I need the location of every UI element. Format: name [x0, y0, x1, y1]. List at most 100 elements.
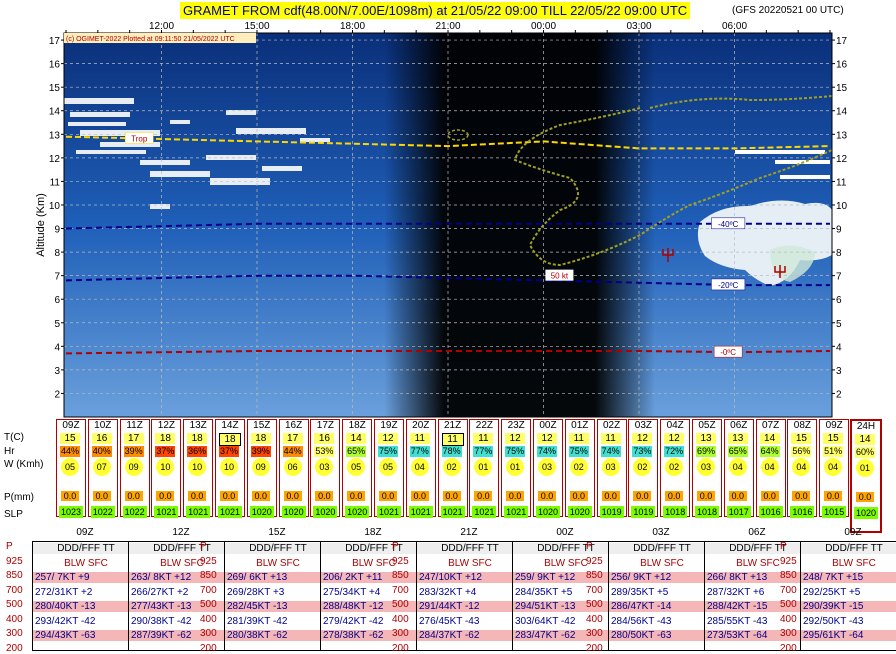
sounding-row: 280/40KT -13 — [33, 601, 137, 612]
wind-value: 03 — [601, 458, 620, 476]
precip-value: 0.0 — [283, 491, 302, 501]
y-tick-label-left: 6 — [54, 295, 60, 306]
y-tick-label-left: 16 — [49, 60, 61, 71]
pressure-level-label: 700 — [6, 584, 23, 596]
pressure-level-label: 850 — [200, 570, 217, 581]
row-label-wind: W (Kmh) — [4, 459, 44, 470]
slp-value: 1021 — [504, 506, 529, 518]
y-tick-label-right: 15 — [836, 83, 848, 94]
wind-value: 09 — [124, 458, 143, 476]
humidity-value: 77% — [409, 446, 430, 457]
slp-value: 1016 — [758, 506, 783, 518]
precip-value: 0.0 — [315, 491, 334, 501]
wind-value: 02 — [633, 458, 652, 476]
y-tick-label-right: 13 — [836, 130, 848, 141]
y-tick-label-left: 10 — [49, 201, 61, 212]
humidity-value: 74% — [537, 446, 557, 457]
row-label-slp: SLP — [4, 509, 23, 520]
sounding-time: 21Z — [460, 527, 478, 538]
hour-label: 07Z — [761, 420, 780, 431]
hour-label: 16Z — [284, 420, 303, 431]
y-tick-label-right: 2 — [836, 389, 842, 400]
y-tick-label-right: 12 — [836, 154, 848, 165]
slp-value: 1020 — [536, 506, 560, 518]
hour-label: 19Z — [380, 420, 398, 431]
sounding-row: 281/39KT -42 — [227, 615, 288, 627]
sounding-subheader: BLW SFC — [64, 557, 108, 569]
slp-value: 1021 — [186, 506, 211, 518]
series-label: -40ºC — [718, 220, 738, 229]
hour-label: 03Z — [634, 420, 652, 431]
y-tick-label-right: 5 — [836, 319, 842, 330]
y-tick-label-left: 2 — [54, 389, 60, 400]
sounding-row: 292/50KT -43 — [803, 615, 864, 627]
humidity-value: 73% — [632, 446, 653, 457]
sounding-subheader: BLW SFC — [448, 557, 492, 569]
slp-value: 1020 — [345, 506, 370, 518]
humidity-value: 40% — [91, 446, 112, 457]
precip-value: 0.0 — [856, 492, 874, 502]
pressure-level-label: 400 — [200, 613, 217, 625]
humidity-value: 75% — [505, 446, 526, 457]
slp-value: 1022 — [122, 506, 147, 518]
slp-value: 1015 — [822, 506, 847, 518]
humidity-value: 44% — [60, 446, 80, 457]
humidity-value: 51% — [823, 446, 844, 457]
sounding-time: 09Z — [844, 527, 862, 538]
hour-column: 02Z 11 74% 03 0.0 1019 — [596, 419, 627, 518]
hour-label: 22Z — [475, 420, 493, 431]
y-tick-label-left: 14 — [49, 107, 61, 118]
hour-column: 09Z 15 51% 04 0.0 1015 — [819, 419, 850, 518]
humidity-value: 53% — [314, 446, 335, 457]
hour-label: 12Z — [157, 420, 175, 431]
pressure-level-label: 700 — [780, 584, 797, 596]
precip-value: 0.0 — [251, 491, 270, 501]
temp-value: 11 — [473, 433, 494, 444]
pressure-level-label: 500 — [586, 599, 603, 610]
series-label: -20ºC — [718, 281, 738, 290]
y-axis-title: Altitude (Km) — [35, 193, 47, 257]
humidity-value: 74% — [600, 446, 621, 457]
sounding-row: 294/43KT -63 — [33, 630, 137, 641]
precip-value: 0.0 — [760, 491, 779, 501]
y-tick-label-right: 4 — [836, 342, 842, 353]
pressure-level-label: 400 — [780, 613, 797, 625]
y-tick-label-left: 5 — [54, 319, 60, 330]
precip-value: 0.0 — [92, 491, 111, 501]
temp-value: 13 — [696, 433, 716, 444]
wind-value: 04 — [728, 458, 747, 476]
hour-column: 12Z 18 37% 10 0.0 1021 — [151, 419, 182, 518]
precip-value: 0.0 — [188, 491, 207, 501]
row-label-temp: T(C) — [4, 432, 24, 443]
precip-value: 0.0 — [665, 491, 684, 501]
temp-value: 18 — [219, 433, 241, 446]
pressure-level-label: 300 — [586, 628, 603, 639]
hour-label: 13Z — [189, 420, 207, 431]
pressure-level-label: P — [780, 541, 787, 552]
humidity-value: 75% — [378, 446, 398, 457]
hour-column: 20Z 11 77% 04 0.0 1021 — [405, 419, 436, 518]
sounding-header: DDD/FFF TT — [225, 543, 329, 554]
y-tick-label-left: 11 — [50, 177, 61, 188]
humidity-value: 72% — [664, 446, 685, 457]
sounding-header: DDD/FFF TT — [33, 543, 137, 554]
gramet-chart: Trop -40ºC -20ºC -0ºC 50 kt 2 2 3 3 4 4 5 5 6 6 7 7 8 8 9 9… — [35, 21, 848, 418]
precip-value: 0.0 — [506, 491, 525, 501]
slp-value: 1018 — [695, 506, 719, 518]
pressure-level-label: P — [392, 541, 399, 552]
precip-value: 0.0 — [569, 491, 588, 501]
hour-label: 18Z — [348, 420, 366, 431]
sounding-row: 293/42KT -42 — [35, 615, 96, 627]
sounding-time: 09Z — [76, 527, 94, 538]
pressure-level-label: 850 — [780, 570, 797, 581]
wind-value: 03 — [315, 458, 334, 476]
precip-value: 0.0 — [442, 491, 461, 501]
slp-value: 1018 — [663, 506, 688, 518]
sounding-row: 247/10KT +12 — [417, 572, 521, 583]
slp-value: 1016 — [790, 506, 815, 518]
precip-value: 0.0 — [220, 491, 238, 501]
sounding-subheader: BLW SFC — [832, 557, 876, 569]
sounding-time: 12Z — [172, 527, 190, 538]
precip-value: 0.0 — [61, 491, 79, 501]
hour-label: 20Z — [412, 420, 430, 431]
